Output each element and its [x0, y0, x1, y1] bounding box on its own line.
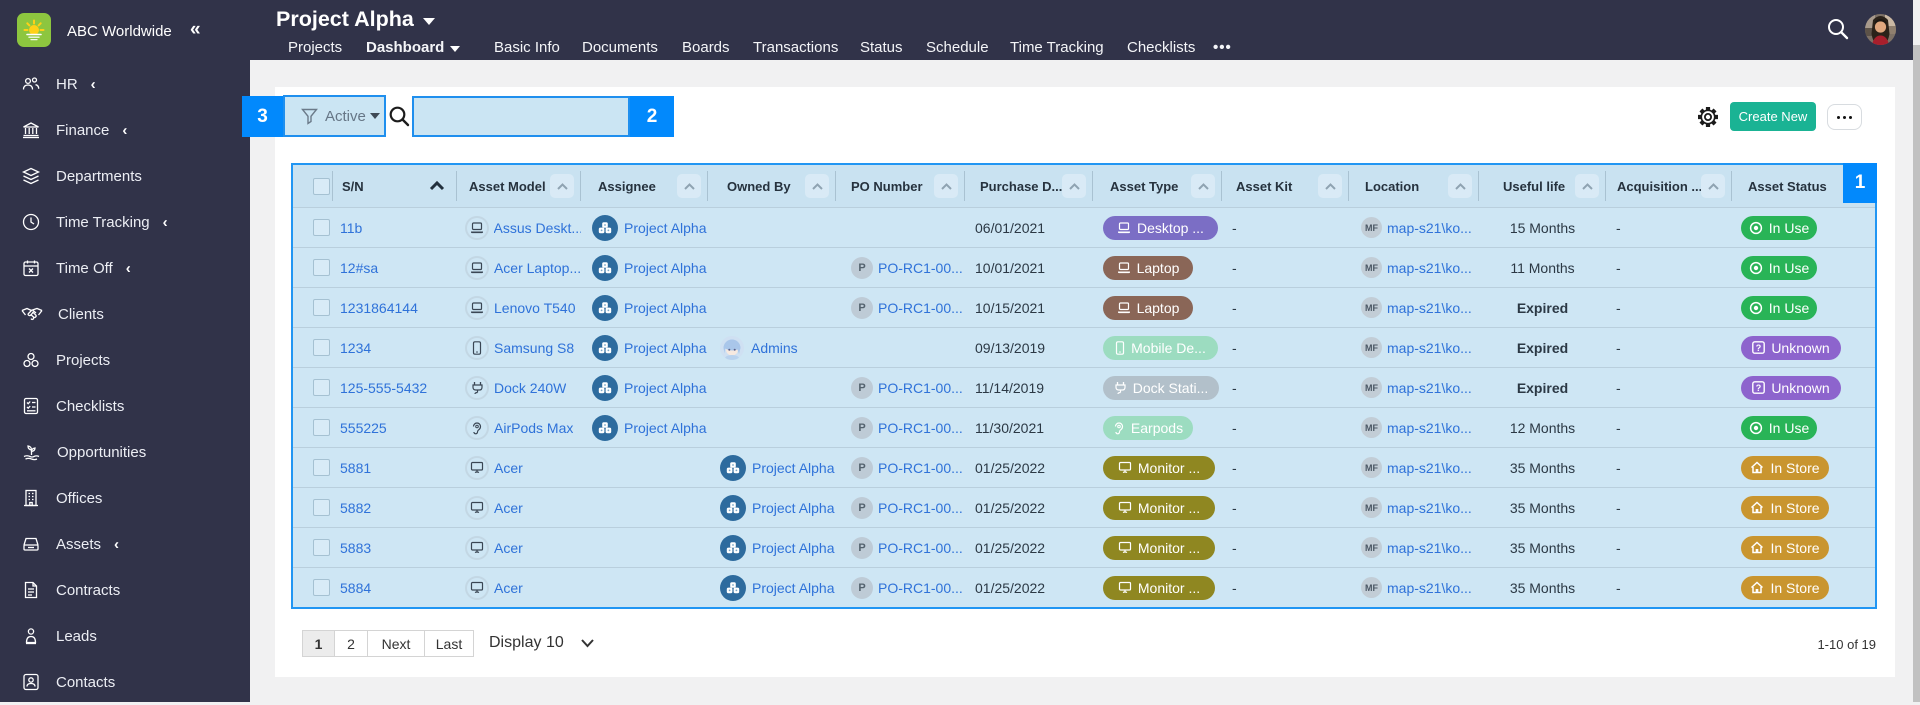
svg-text:?: ?	[1756, 383, 1762, 393]
svg-text:?: ?	[1756, 343, 1762, 353]
